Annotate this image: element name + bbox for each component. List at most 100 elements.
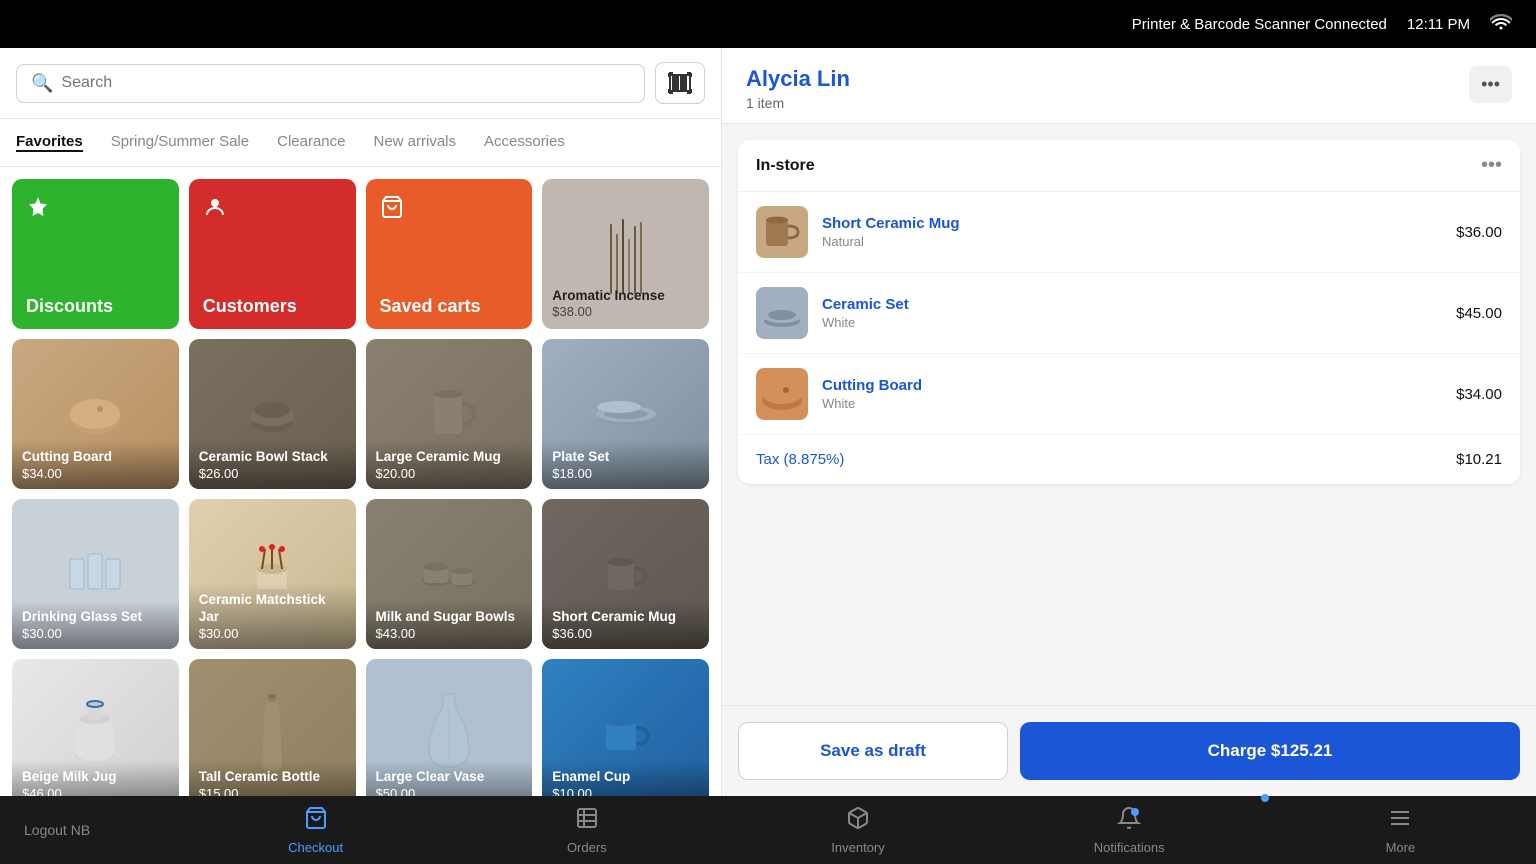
- customer-item-count: 1 item: [746, 95, 850, 111]
- in-store-more-button[interactable]: •••: [1481, 154, 1502, 177]
- product-card-9[interactable]: Tall Ceramic Bottle $15.00: [189, 659, 356, 796]
- product-card-8[interactable]: Beige Milk Jug $46.00: [12, 659, 179, 796]
- cart-item-price-0: $36.00: [1456, 224, 1502, 241]
- product-card-4[interactable]: Drinking Glass Set $30.00: [12, 499, 179, 649]
- action-buttons: Save as draft Charge $125.21: [722, 705, 1536, 796]
- cart-item-price-1: $45.00: [1456, 305, 1502, 322]
- notifications-icon: [1117, 806, 1141, 836]
- product-overlay-10: Large Clear Vase $50.00: [366, 760, 533, 796]
- cart-item-name-1: Ceramic Set: [822, 296, 1442, 313]
- status-bar: Printer & Barcode Scanner Connected 12:1…: [0, 0, 1536, 48]
- product-card-10[interactable]: Large Clear Vase $50.00: [366, 659, 533, 796]
- discounts-card[interactable]: Discounts: [12, 179, 179, 329]
- tab-clearance[interactable]: Clearance: [277, 133, 345, 152]
- cart-item-info-0: Short Ceramic Mug Natural: [822, 215, 1442, 249]
- in-store-title: In-store: [756, 157, 815, 175]
- charge-button[interactable]: Charge $125.21: [1020, 722, 1520, 780]
- right-panel: Alycia Lin 1 item ••• In-store •••: [722, 48, 1536, 796]
- product-overlay-6: Milk and Sugar Bowls $43.00: [366, 600, 533, 649]
- bottom-nav: Logout NB Checkout Orders: [0, 796, 1536, 864]
- tax-label: Tax (8.875%): [756, 451, 844, 468]
- inventory-icon: [846, 806, 870, 836]
- nav-more[interactable]: More: [1265, 796, 1536, 864]
- in-store-header: In-store •••: [738, 140, 1520, 192]
- cart-item-variant-0: Natural: [822, 234, 1442, 249]
- tab-new-arrivals[interactable]: New arrivals: [373, 133, 456, 152]
- cart-item-image-1: [756, 287, 808, 339]
- product-card-2[interactable]: Large Ceramic Mug $20.00: [366, 339, 533, 489]
- tax-amount: $10.21: [1456, 451, 1502, 468]
- customer-header: Alycia Lin 1 item •••: [722, 48, 1536, 124]
- saved-carts-icon: [380, 195, 404, 225]
- wifi-icon: [1490, 14, 1512, 35]
- aromatic-incense-card[interactable]: Aromatic Incense $38.00: [542, 179, 709, 329]
- tab-accessories[interactable]: Accessories: [484, 133, 565, 152]
- checkout-label: Checkout: [288, 840, 343, 855]
- cart-item-0[interactable]: Short Ceramic Mug Natural $36.00: [738, 192, 1520, 273]
- product-card-6[interactable]: Milk and Sugar Bowls $43.00: [366, 499, 533, 649]
- product-card-3[interactable]: Plate Set $18.00: [542, 339, 709, 489]
- more-icon: [1388, 806, 1412, 836]
- cart-section: In-store ••• Short Ceramic Mug: [722, 124, 1536, 705]
- orders-icon: [575, 806, 599, 836]
- customer-name: Alycia Lin: [746, 66, 850, 92]
- product-overlay-4: Drinking Glass Set $30.00: [12, 600, 179, 649]
- barcode-scan-button[interactable]: [655, 62, 705, 104]
- product-card-0[interactable]: Cutting Board $34.00: [12, 339, 179, 489]
- cart-item-image-0: [756, 206, 808, 258]
- category-tabs: Favorites Spring/Summer Sale Clearance N…: [0, 119, 721, 167]
- cart-item-name-0: Short Ceramic Mug: [822, 215, 1442, 232]
- checkout-icon: [304, 806, 328, 836]
- discounts-label: Discounts: [26, 296, 113, 317]
- save-draft-button[interactable]: Save as draft: [738, 722, 1008, 780]
- left-panel: 🔍 Favorites Spring/Summer Sale Clearance…: [0, 48, 722, 796]
- tab-favorites[interactable]: Favorites: [16, 133, 83, 152]
- product-grid: Discounts Customers: [0, 167, 721, 796]
- connection-status: Printer & Barcode Scanner Connected: [1132, 16, 1387, 33]
- product-overlay-7: Short Ceramic Mug $36.00: [542, 600, 709, 649]
- customers-card[interactable]: Customers: [189, 179, 356, 329]
- product-card-7[interactable]: Short Ceramic Mug $36.00: [542, 499, 709, 649]
- current-time: 12:11 PM: [1407, 16, 1470, 33]
- more-label: More: [1386, 840, 1416, 855]
- customers-icon: [203, 195, 227, 225]
- logout-button[interactable]: Logout NB: [0, 796, 180, 864]
- product-overlay-5: Ceramic Matchstick Jar $30.00: [189, 583, 356, 649]
- cart-item-price-2: $34.00: [1456, 386, 1502, 403]
- cart-item-info-1: Ceramic Set White: [822, 296, 1442, 330]
- aromatic-name: Aromatic Incense: [552, 288, 665, 303]
- nav-orders[interactable]: Orders: [451, 796, 722, 864]
- notifications-label: Notifications: [1094, 840, 1165, 855]
- search-input[interactable]: [61, 74, 630, 92]
- customer-info: Alycia Lin 1 item: [746, 66, 850, 111]
- nav-inventory[interactable]: Inventory: [722, 796, 993, 864]
- cart-item-2[interactable]: Cutting Board White $34.00: [738, 354, 1520, 435]
- product-overlay-2: Large Ceramic Mug $20.00: [366, 440, 533, 489]
- product-overlay-1: Ceramic Bowl Stack $26.00: [189, 440, 356, 489]
- cart-item-image-2: [756, 368, 808, 420]
- cart-item-variant-1: White: [822, 315, 1442, 330]
- search-icon: 🔍: [31, 73, 53, 94]
- product-overlay-8: Beige Milk Jug $46.00: [12, 760, 179, 796]
- inventory-label: Inventory: [831, 840, 884, 855]
- aromatic-price: $38.00: [552, 304, 592, 319]
- product-overlay-9: Tall Ceramic Bottle $15.00: [189, 760, 356, 796]
- nav-checkout[interactable]: Checkout: [180, 796, 451, 864]
- cart-item-1[interactable]: Ceramic Set White $45.00: [738, 273, 1520, 354]
- tab-spring-summer[interactable]: Spring/Summer Sale: [111, 133, 249, 152]
- product-card-1[interactable]: Ceramic Bowl Stack $26.00: [189, 339, 356, 489]
- tax-row: Tax (8.875%) $10.21: [738, 435, 1520, 484]
- saved-carts-card[interactable]: Saved carts: [366, 179, 533, 329]
- orders-label: Orders: [567, 840, 607, 855]
- search-bar: 🔍: [0, 48, 721, 119]
- product-card-11[interactable]: Enamel Cup $10.00: [542, 659, 709, 796]
- nav-notifications[interactable]: Notifications: [994, 796, 1265, 864]
- product-overlay-3: Plate Set $18.00: [542, 440, 709, 489]
- saved-carts-label: Saved carts: [380, 296, 481, 317]
- product-overlay-0: Cutting Board $34.00: [12, 440, 179, 489]
- customer-more-button[interactable]: •••: [1469, 66, 1512, 103]
- logout-label: Logout NB: [24, 822, 90, 838]
- product-card-5[interactable]: Ceramic Matchstick Jar $30.00: [189, 499, 356, 649]
- search-input-wrapper[interactable]: 🔍: [16, 64, 645, 103]
- cart-item-name-2: Cutting Board: [822, 377, 1442, 394]
